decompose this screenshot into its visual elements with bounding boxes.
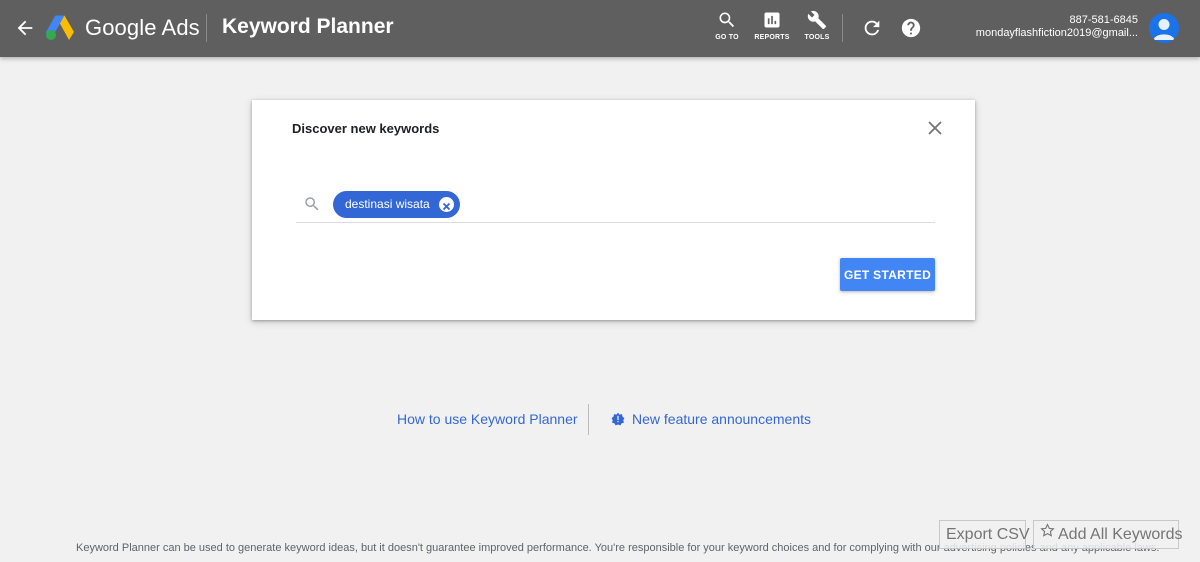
person-icon — [1153, 19, 1175, 40]
new-feature-announcements-link[interactable]: New feature announcements — [632, 411, 811, 427]
account-email: mondayflashfiction2019@gmail... — [975, 27, 1138, 39]
card-title: Discover new keywords — [292, 121, 440, 136]
top-app-bar: Google Ads Keyword Planner GO TO REPORTS… — [0, 0, 1200, 57]
page-title: Keyword Planner — [222, 15, 394, 38]
star-icon — [1040, 520, 1055, 547]
tools-label: TOOLS — [804, 34, 830, 41]
help-icon[interactable] — [900, 17, 922, 39]
keyword-input[interactable] — [466, 194, 930, 218]
get-started-button[interactable]: GET STARTED — [840, 258, 935, 291]
goto-button[interactable]: GO TO — [707, 10, 747, 50]
add-all-keywords-label: Add All Keywords — [1058, 526, 1183, 543]
add-all-keywords-button[interactable]: Add All Keywords — [1033, 520, 1183, 549]
reports-label: REPORTS — [754, 34, 790, 41]
keyword-chip-label: destinasi wisata — [345, 197, 430, 211]
keyword-search-field[interactable]: destinasi wisata — [296, 190, 935, 223]
export-csv-button[interactable]: Export CSV — [939, 520, 1030, 549]
links-divider — [588, 404, 589, 435]
wrench-icon — [807, 10, 827, 30]
google-ads-logo-icon[interactable] — [45, 14, 75, 41]
how-to-use-link[interactable]: How to use Keyword Planner — [397, 411, 578, 427]
chip-remove-icon[interactable] — [438, 197, 454, 212]
discover-keywords-card: Discover new keywords destinasi wisata G… — [252, 100, 975, 320]
reports-button[interactable]: REPORTS — [752, 10, 792, 50]
close-icon[interactable] — [927, 120, 943, 136]
goto-label: GO TO — [715, 34, 739, 41]
back-arrow-icon[interactable] — [14, 17, 36, 39]
avatar[interactable] — [1149, 13, 1179, 43]
tools-button[interactable]: TOOLS — [797, 10, 837, 50]
header-divider-right — [842, 14, 843, 42]
account-info[interactable]: 887-581-6845 mondayflashfiction2019@gmai… — [976, 14, 1138, 40]
reports-icon — [764, 12, 780, 28]
keyword-planner-page: Google Ads Keyword Planner GO TO REPORTS… — [0, 0, 1200, 562]
brand-name: Google Ads — [85, 15, 200, 40]
refresh-icon[interactable] — [861, 17, 883, 39]
header-divider — [206, 14, 207, 42]
announcement-icon — [611, 412, 625, 426]
search-icon — [719, 12, 735, 28]
customer-id: 887-581-6845 — [1069, 14, 1138, 26]
keyword-chip[interactable]: destinasi wisata — [333, 191, 460, 218]
search-icon — [303, 195, 321, 213]
